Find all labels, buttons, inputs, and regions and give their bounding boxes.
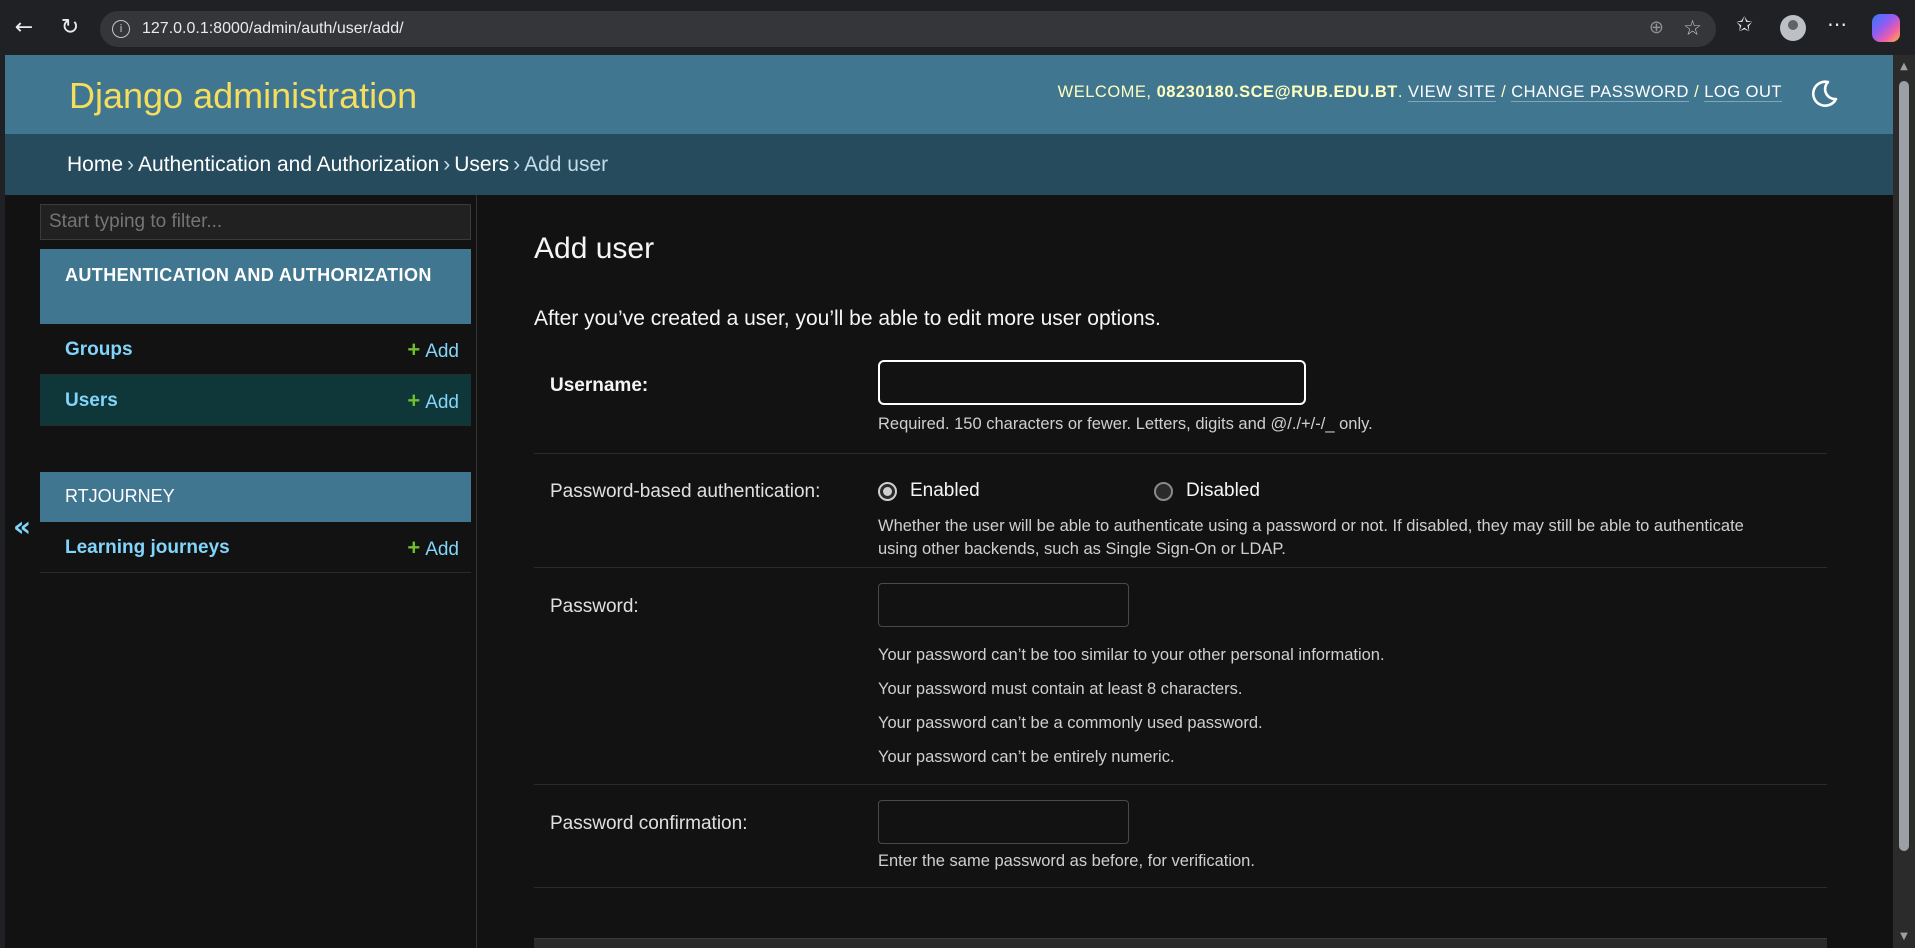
add-user-button[interactable]: + Add — [407, 388, 459, 414]
password-help-item: Your password must contain at least 8 ch… — [878, 680, 1243, 698]
password-help-item: Your password can’t be entirely numeric. — [878, 748, 1175, 766]
username-help: Required. 150 characters or fewer. Lette… — [878, 415, 1373, 433]
copilot-icon[interactable] — [1872, 14, 1900, 42]
favorites-icon[interactable]: ✩ — [1736, 12, 1753, 36]
password-label: Password: — [550, 596, 639, 617]
info-icon[interactable]: i — [112, 20, 130, 38]
log-out-link[interactable]: Log out — [1704, 83, 1782, 102]
plus-icon: + — [407, 388, 421, 413]
form-row-username: Username: Required. 150 characters or fe… — [534, 350, 1827, 454]
breadcrumb: Home › Authentication and Authorization › Us… — [5, 134, 1893, 195]
add-group-button[interactable]: + Add — [407, 337, 459, 363]
radio-enabled[interactable]: Enabled — [878, 480, 980, 502]
username-label: Username: — [550, 375, 649, 396]
password-help-item: Your password can’t be a commonly used p… — [878, 714, 1263, 732]
radio-disabled-dot[interactable] — [1154, 481, 1173, 501]
sidebar-item-label[interactable]: Groups — [65, 339, 133, 361]
password-confirmation-input[interactable] — [878, 800, 1129, 844]
address-bar[interactable]: i 127.0.0.1:8000/admin/auth/user/add/ ⊕ … — [100, 11, 1716, 47]
form-row-password-auth: Password-based authentication: Enabled D… — [534, 454, 1827, 568]
breadcrumb-home[interactable]: Home — [67, 153, 123, 176]
form-row-password-confirmation: Password confirmation: Enter the same pa… — [534, 785, 1827, 888]
scrollbar-thumb[interactable] — [1899, 81, 1909, 851]
password-auth-help: Whether the user will be able to authent… — [878, 517, 1744, 558]
welcome-text: Welcome, — [1057, 83, 1152, 101]
collapse-icon[interactable]: « — [13, 510, 31, 543]
radio-disabled-label[interactable]: Disabled — [1186, 480, 1260, 502]
radio-disabled[interactable]: Disabled — [1154, 480, 1260, 502]
submit-row — [534, 938, 1827, 948]
password-confirmation-label: Password confirmation: — [550, 813, 748, 834]
zoom-icon[interactable]: ⊕ — [1649, 17, 1664, 38]
password-input[interactable] — [878, 583, 1129, 627]
sidebar-item-label[interactable]: Users — [65, 390, 118, 412]
page-viewport: Django administration Welcome, 08230180.… — [5, 55, 1893, 948]
form-row-password: Password: Your password can’t be too sim… — [534, 568, 1827, 785]
radio-enabled-label[interactable]: Enabled — [910, 480, 980, 502]
back-arrow-icon[interactable]: ← — [8, 12, 40, 44]
sidebar-item-learning-journeys[interactable]: Learning journeys + Add — [40, 522, 471, 573]
breadcrumb-users[interactable]: Users — [454, 153, 509, 176]
welcome-username: 08230180.sce@rub.edu.bt — [1156, 83, 1398, 101]
browser-toolbar: ← ↻ i 127.0.0.1:8000/admin/auth/user/add… — [0, 0, 1915, 55]
app-header-rtjourney[interactable]: RTJOURNEY — [40, 472, 471, 522]
scroll-down-icon[interactable]: ▼ — [1898, 931, 1910, 942]
app-header-label[interactable]: RTJOURNEY — [65, 486, 175, 506]
app-header-label[interactable]: Authentication and Authorization — [65, 265, 432, 285]
password-help-item: Your password can’t be too similar to yo… — [878, 646, 1385, 664]
password-auth-label: Password-based authentication: — [550, 481, 821, 502]
scroll-up-icon[interactable]: ▲ — [1898, 61, 1910, 72]
password-confirmation-help: Enter the same password as before, for v… — [878, 852, 1255, 870]
username-input[interactable] — [878, 360, 1306, 405]
nav-sidebar: Authentication and Authorization Groups … — [40, 195, 477, 948]
view-site-link[interactable]: View site — [1408, 83, 1496, 102]
sidebar-item-label[interactable]: Learning journeys — [65, 537, 230, 559]
radio-enabled-dot[interactable] — [878, 481, 897, 501]
profile-icon[interactable] — [1780, 15, 1806, 41]
site-title[interactable]: Django administration — [69, 75, 417, 117]
plus-icon: + — [407, 535, 421, 560]
more-icon[interactable]: ⋯ — [1827, 12, 1847, 36]
sidebar-item-users[interactable]: Users + Add — [40, 375, 471, 426]
sidebar-item-groups[interactable]: Groups + Add — [40, 324, 471, 375]
url-text[interactable]: 127.0.0.1:8000/admin/auth/user/add/ — [142, 20, 404, 38]
intro-text: After you’ve created a user, you’ll be a… — [534, 307, 1161, 330]
password-help-list: Your password can’t be too similar to yo… — [878, 638, 1385, 774]
refresh-icon[interactable]: ↻ — [54, 12, 86, 44]
breadcrumb-current: Add user — [524, 153, 609, 176]
breadcrumb-app[interactable]: Authentication and Authorization — [138, 153, 439, 176]
moon-icon[interactable] — [1807, 77, 1841, 111]
page-scrollbar[interactable]: ▲ ▼ — [1893, 55, 1915, 948]
sidebar-filter-input[interactable] — [40, 204, 471, 240]
site-header: Django administration Welcome, 08230180.… — [5, 55, 1893, 134]
change-password-link[interactable]: Change password — [1511, 83, 1689, 102]
plus-icon: + — [407, 337, 421, 362]
page-title: Add user — [534, 232, 655, 265]
star-icon[interactable]: ☆ — [1683, 16, 1702, 40]
add-learning-journey-button[interactable]: + Add — [407, 535, 459, 561]
user-tools: Welcome, 08230180.sce@rub.edu.bt. View s… — [1057, 83, 1782, 102]
app-header-auth[interactable]: Authentication and Authorization — [40, 249, 471, 324]
